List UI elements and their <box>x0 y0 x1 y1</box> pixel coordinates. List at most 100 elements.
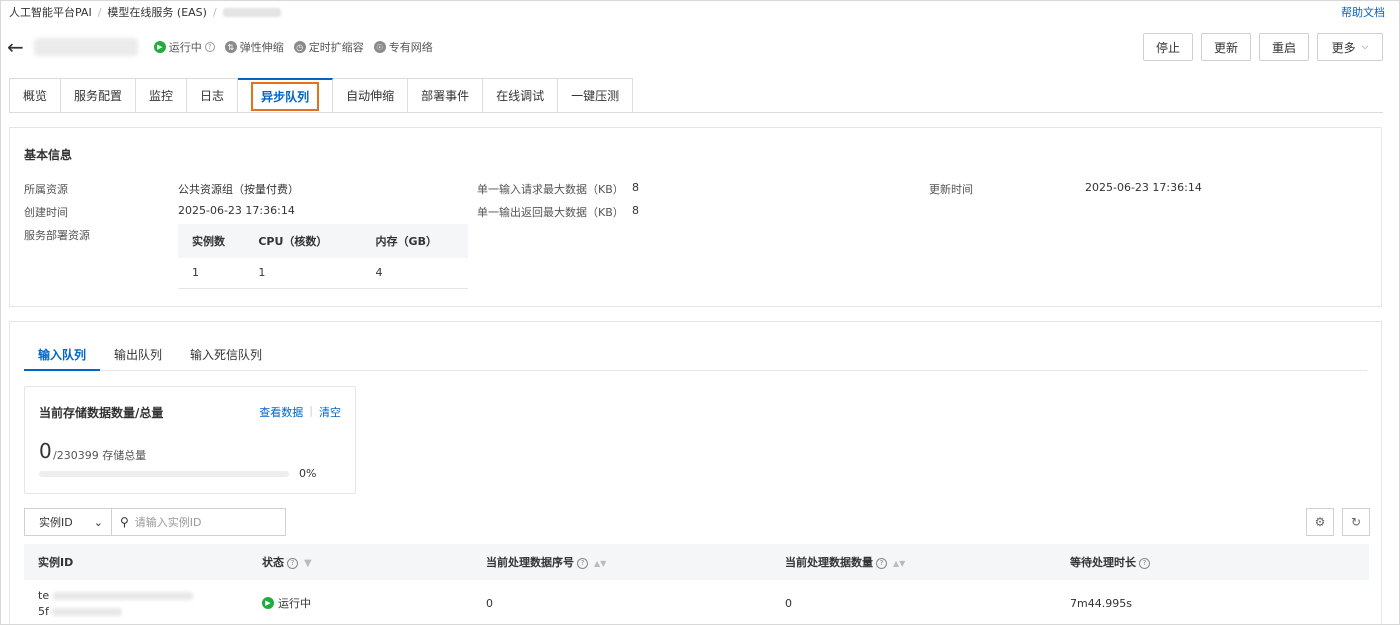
tab-logs[interactable]: 日志 <box>187 78 239 113</box>
tab-deploy-events[interactable]: 部署事件 <box>408 78 484 113</box>
storage-percent: 0% <box>299 467 317 480</box>
instances-value: 1 <box>178 258 245 289</box>
help-icon[interactable]: ? <box>876 557 887 569</box>
col-seq-label: 当前处理数据序号 <box>486 556 574 569</box>
breadcrumb-eas[interactable]: 模型在线服务 (EAS) <box>107 4 207 20</box>
tab-monitoring[interactable]: 监控 <box>136 78 188 113</box>
tab-dead-letter-queue[interactable]: 输入死信队列 <box>176 346 276 371</box>
filter-field-select[interactable]: 实例ID ⌄ <box>24 508 112 536</box>
breadcrumb-service-redacted <box>222 7 281 17</box>
search-input[interactable] <box>134 515 275 529</box>
update-button[interactable]: 更新 <box>1201 33 1251 61</box>
created-label: 创建时间 <box>24 206 68 219</box>
instance-id-cell[interactable]: te 5f <box>24 580 248 624</box>
filter-field-value: 实例ID <box>39 516 73 529</box>
col-seq: 当前处理数据序号? ▲▼ <box>472 544 771 580</box>
tab-autoscaling[interactable]: 自动伸缩 <box>333 78 409 113</box>
vpc-text: 专有网络 <box>388 41 433 54</box>
play-icon: ▶ <box>262 597 274 609</box>
help-icon[interactable]: ? <box>204 42 215 52</box>
col-cpu: CPU（核数） <box>244 224 362 258</box>
refresh-button[interactable]: ↻ <box>1342 508 1370 536</box>
col-status-label: 状态 <box>262 556 284 569</box>
instance-id-prefix: 5f <box>38 604 49 618</box>
autoscale-text: 弹性伸缩 <box>239 41 284 54</box>
search-icon: ⚲ <box>120 515 129 529</box>
basic-info-card: 基本信息 所属资源 公共资源组（按量付费） 创建时间 2025-06-23 17… <box>9 127 1382 307</box>
status-text: 运行中 <box>168 41 202 54</box>
storage-summary: 当前存储数据数量/总量 查看数据 | 清空 0 /230399 存储总量 0% <box>24 386 356 494</box>
gear-icon: ⚙ <box>1314 515 1326 529</box>
output-max-value: 8 <box>632 204 639 217</box>
tab-stress-test[interactable]: 一键压测 <box>558 78 634 113</box>
cpu-value: 1 <box>244 258 362 289</box>
instance-id-redacted <box>52 607 123 616</box>
instance-id-redacted <box>52 591 193 600</box>
tab-online-debug[interactable]: 在线调试 <box>483 78 559 113</box>
more-button[interactable]: 更多 ⌵ <box>1317 33 1383 61</box>
help-icon[interactable]: ? <box>287 557 298 569</box>
wait-cell: 7m44.995s <box>1070 596 1132 610</box>
back-arrow-icon[interactable]: ← <box>7 37 24 57</box>
tab-service-config[interactable]: 服务配置 <box>61 78 137 113</box>
created-value: 2025-06-23 17:36:14 <box>178 204 295 217</box>
help-docs-link[interactable]: 帮助文档 <box>1341 4 1385 20</box>
help-icon[interactable]: ? <box>1139 557 1150 569</box>
status-tag: ▶ 运行中 ? <box>153 39 215 55</box>
storage-title: 当前存储数据数量/总量 <box>39 406 164 420</box>
restart-button[interactable]: 重启 <box>1259 33 1309 61</box>
storage-links: 查看数据 | 清空 <box>259 404 341 420</box>
col-status: 状态? ▼ <box>248 544 472 580</box>
view-data-link[interactable]: 查看数据 <box>259 404 303 420</box>
resource-value: 公共资源组（按量付费） <box>178 183 299 196</box>
tab-async-queue[interactable]: 异步队列 <box>238 78 334 113</box>
link-divider: | <box>309 404 313 417</box>
queue-card: 输入队列 输出队列 输入死信队列 当前存储数据数量/总量 查看数据 | 清空 0… <box>9 321 1382 624</box>
settings-button[interactable]: ⚙ <box>1306 508 1334 536</box>
storage-progress-bar <box>39 471 289 477</box>
output-max-label: 单一输出返回最大数据（KB） <box>477 206 624 219</box>
chevron-down-icon: ⌄ <box>93 515 103 529</box>
service-header: ← ▶ 运行中 ? ⇅ 弹性伸缩 ◷ 定时扩缩容 ☉ 专有网络 停止 更新 重启… <box>7 33 1383 61</box>
updated-label: 更新时间 <box>929 183 973 196</box>
help-icon[interactable]: ? <box>577 557 588 569</box>
sort-icon[interactable]: ▲▼ <box>893 559 905 568</box>
service-name-redacted <box>33 38 138 56</box>
tab-overview[interactable]: 概览 <box>10 78 62 113</box>
autoscale-tag: ⇅ 弹性伸缩 <box>224 39 284 55</box>
refresh-icon: ↻ <box>1350 515 1362 529</box>
chevron-down-icon: ⌵ <box>1361 42 1369 52</box>
updated-value: 2025-06-23 17:36:14 <box>1085 181 1202 194</box>
tab-async-queue-label: 异步队列 <box>251 81 320 111</box>
clear-link[interactable]: 清空 <box>319 404 341 420</box>
more-label: 更多 <box>1331 40 1356 55</box>
table-row: te 5f ▶ 运行中 0 0 7m44.995s <box>24 580 1369 624</box>
autoscale-icon: ⇅ <box>224 41 237 53</box>
deploy-resource-table: 实例数 CPU（核数） 内存（GB） 1 1 4 <box>178 224 468 289</box>
resource-label: 所属资源 <box>24 183 68 196</box>
col-wait: 等待处理时长? <box>1056 544 1369 580</box>
breadcrumb-separator: / <box>212 5 217 19</box>
basic-info-title: 基本信息 <box>24 148 73 162</box>
network-icon: ☉ <box>373 41 386 53</box>
input-max-label: 单一输入请求最大数据（KB） <box>477 183 624 196</box>
deploy-resource-label: 服务部署资源 <box>24 229 90 242</box>
tab-input-queue[interactable]: 输入队列 <box>24 346 101 371</box>
status-cell: ▶ 运行中 <box>248 580 472 624</box>
status-text: 运行中 <box>278 597 311 610</box>
instance-table: 实例ID 状态? ▼ 当前处理数据序号? ▲▼ 当前处理数据数量? ▲▼ 等待处理时长… <box>24 544 1369 624</box>
service-tabs: 概览 服务配置 监控 日志 异步队列 自动伸缩 部署事件 在线调试 一键压测 <box>9 78 634 113</box>
input-max-value: 8 <box>632 181 639 194</box>
col-count: 当前处理数据数量? ▲▼ <box>771 544 1056 580</box>
breadcrumb: 人工智能平台PAI / 模型在线服务 (EAS) / <box>9 4 281 20</box>
breadcrumb-pai[interactable]: 人工智能平台PAI <box>9 4 92 20</box>
tab-output-queue[interactable]: 输出队列 <box>100 346 176 371</box>
col-wait-label: 等待处理时长 <box>1070 556 1136 569</box>
stop-button[interactable]: 停止 <box>1143 33 1193 61</box>
search-box: ⚲ <box>112 508 286 536</box>
vpc-tag: ☉ 专有网络 <box>373 39 433 55</box>
instance-id-prefix: te <box>38 588 50 602</box>
status-badge: ▶ 运行中 <box>262 595 311 611</box>
sort-icon[interactable]: ▲▼ <box>594 559 606 568</box>
filter-funnel-icon[interactable]: ▼ <box>304 558 312 569</box>
